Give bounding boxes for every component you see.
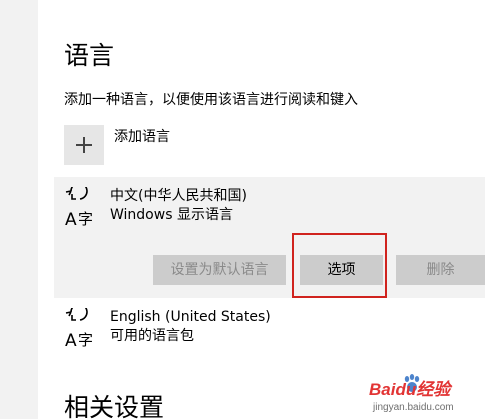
language-subtitle: Windows 显示语言 <box>110 207 233 223</box>
language-name: English (United States) <box>110 309 271 325</box>
language-item-english[interactable]: A 字 English (United States) 可用的语言包 <box>54 298 485 353</box>
page-title: 语言 <box>64 41 115 70</box>
navigation-pane <box>0 0 38 419</box>
plus-icon <box>64 125 104 165</box>
language-subtitle: 可用的语言包 <box>110 328 194 344</box>
svg-text:字: 字 <box>78 210 93 227</box>
highlight-annotation <box>292 233 387 298</box>
remove-button[interactable]: 删除 <box>396 255 485 285</box>
svg-text:A: A <box>65 210 77 227</box>
language-icon: A 字 <box>65 187 93 227</box>
watermark-logo: Baidu经验 <box>369 380 451 399</box>
set-default-button[interactable]: 设置为默认语言 <box>153 255 286 285</box>
page-description: 添加一种语言，以便使用该语言进行阅读和键入 <box>64 92 358 108</box>
baidu-watermark: Baidu经验 jingyan.baidu.com <box>369 372 479 416</box>
watermark-url: jingyan.baidu.com <box>373 402 454 413</box>
svg-text:A: A <box>65 331 77 348</box>
settings-window: 语言 添加一种语言，以便使用该语言进行阅读和键入 添加语言 A 字 中文(中华人… <box>0 0 485 419</box>
svg-text:字: 字 <box>78 331 93 348</box>
add-language-button[interactable]: 添加语言 <box>64 125 170 165</box>
language-item-chinese[interactable]: A 字 中文(中华人民共和国) Windows 显示语言 设置为默认语言 选项 … <box>54 177 485 298</box>
related-settings-heading: 相关设置 <box>64 393 165 419</box>
add-language-label: 添加语言 <box>114 129 170 145</box>
language-icon: A 字 <box>65 308 93 348</box>
language-name: 中文(中华人民共和国) <box>110 188 247 204</box>
